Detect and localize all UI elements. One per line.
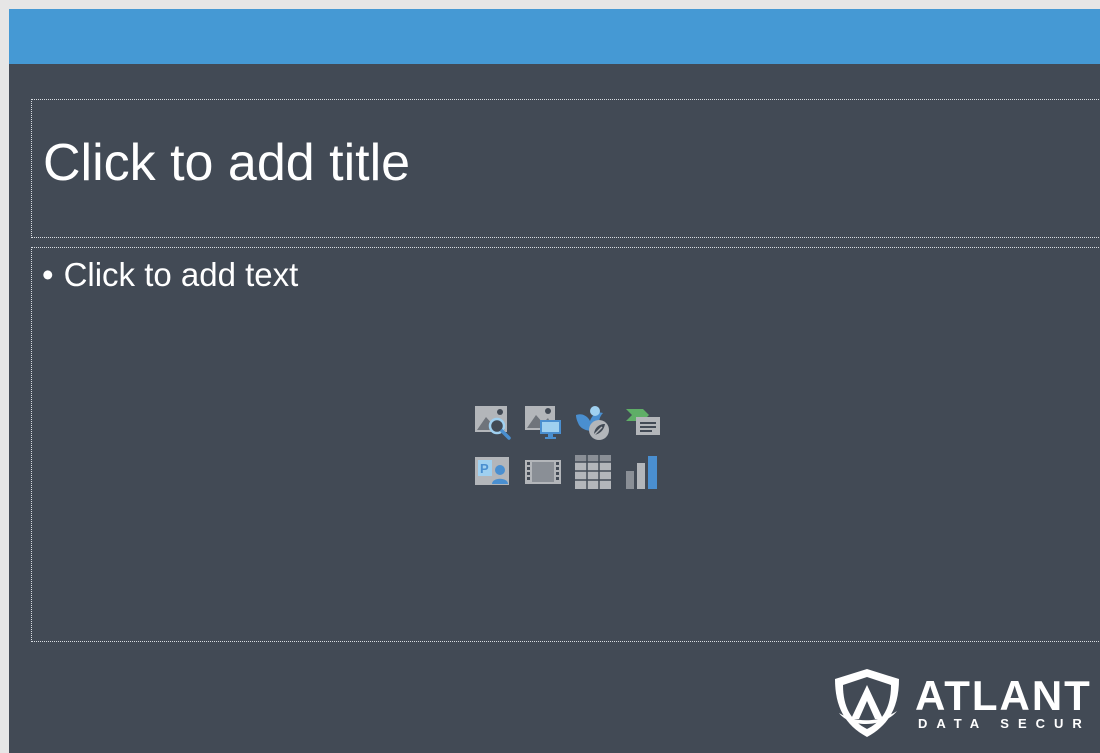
shield-logo-icon [835,669,899,737]
content-placeholder-line: • Click to add text [42,258,298,291]
content-placeholder[interactable]: • Click to add text P [31,247,1100,642]
content-placeholder-text: Click to add text [63,256,299,293]
chart-icon[interactable] [623,453,663,491]
svg-text:P: P [480,461,489,476]
logo-tagline: DATA SECUR [918,716,1091,731]
smartart-icon[interactable] [623,403,663,441]
logo-wordmark: ATLANT [915,672,1092,719]
title-placeholder-text: Click to add title [43,134,411,192]
atlant-logo: ATLANT DATA SECUR [827,665,1100,740]
icons-icon[interactable] [573,403,613,441]
pictures-icon[interactable] [523,403,563,441]
slide-top-bar [9,9,1100,64]
stock-images-icon[interactable]: P [473,453,513,491]
title-placeholder[interactable]: Click to add title [31,99,1100,238]
online-pictures-icon[interactable] [473,403,513,441]
video-icon[interactable] [523,453,563,491]
slide-canvas[interactable]: Click to add title • Click to add text P… [9,9,1100,753]
insert-content-icons: P [473,403,665,493]
bullet-glyph: • [42,256,54,293]
table-icon[interactable] [573,453,613,491]
